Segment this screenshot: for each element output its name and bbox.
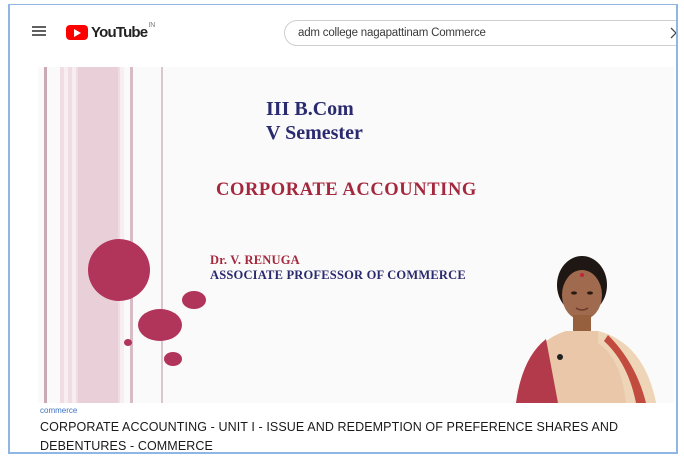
decorative-circle bbox=[164, 352, 182, 366]
youtube-logo-icon bbox=[66, 25, 88, 40]
slide-stripe-band bbox=[78, 67, 118, 403]
browser-frame: YouTube IN adm college nagapattinam Comm… bbox=[8, 4, 678, 454]
video-title[interactable]: CORPORATE ACCOUNTING - UNIT I - ISSUE AN… bbox=[40, 418, 670, 452]
decorative-circle bbox=[124, 339, 132, 346]
slide-subject: CORPORATE ACCOUNTING bbox=[216, 180, 477, 200]
menu-icon[interactable] bbox=[32, 26, 46, 36]
youtube-header: YouTube IN adm college nagapattinam Comm… bbox=[10, 5, 676, 57]
youtube-logo-text: YouTube bbox=[91, 24, 148, 41]
clear-search-icon[interactable] bbox=[669, 26, 678, 40]
slide-stripe bbox=[44, 67, 47, 403]
youtube-logo[interactable]: YouTube IN bbox=[66, 22, 156, 41]
decorative-circle bbox=[182, 291, 206, 309]
channel-link[interactable]: commerce bbox=[40, 406, 77, 415]
video-player[interactable]: III B.Com V Semester CORPORATE ACCOUNTIN… bbox=[38, 67, 674, 403]
decorative-circle bbox=[138, 309, 182, 341]
slide-stripe bbox=[130, 67, 133, 403]
search-input[interactable]: adm college nagapattinam Commerce bbox=[284, 20, 678, 46]
slide-stripe bbox=[161, 67, 163, 403]
slide-author: Dr. V. RENUGA bbox=[210, 253, 300, 267]
slide-title-line1: III B.Com bbox=[266, 98, 354, 120]
slide-role: ASSOCIATE PROFESSOR OF COMMERCE bbox=[210, 268, 466, 282]
decorative-circle bbox=[88, 239, 150, 301]
youtube-region-label: IN bbox=[148, 22, 156, 29]
slide-title: III B.Com V Semester bbox=[266, 97, 363, 145]
slide-title-line2: V Semester bbox=[266, 122, 363, 144]
presenter-image bbox=[496, 253, 671, 403]
search-query-text: adm college nagapattinam Commerce bbox=[298, 27, 486, 39]
